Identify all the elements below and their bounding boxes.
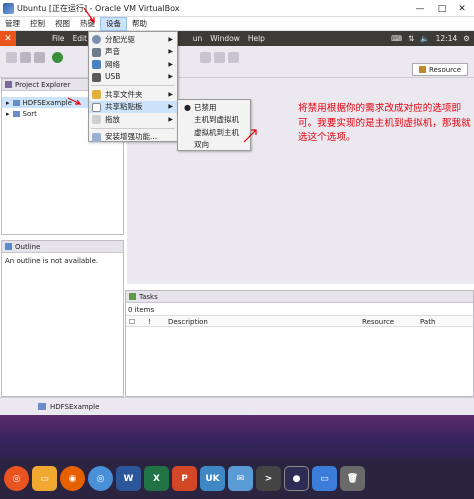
annotation-arrows [67, 7, 257, 143]
arrow-to-devices-menu [83, 7, 95, 23]
annotation-text: 将禁用根据你的需求改成对应的选项即可。我要实现的是主机到虚拟机，那我就选这个选项… [298, 103, 471, 143]
arrow-to-submenu [243, 129, 257, 143]
